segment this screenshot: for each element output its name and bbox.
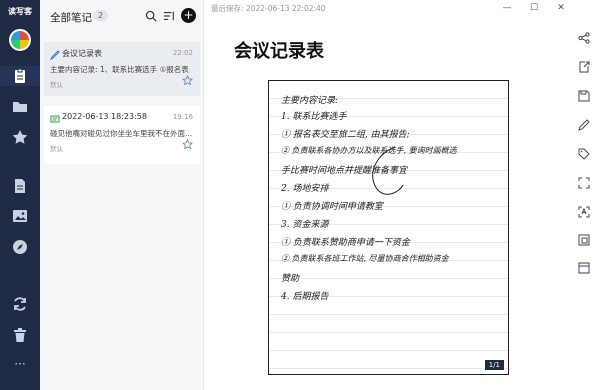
last-saved-status: 最后保存: 2022-06-13 22:02:40 [211,4,326,13]
editor-area: 最后保存: 2022-06-13 22:02:40 — ☐ ✕ 会议记录表 主要… [205,0,569,390]
note-card[interactable]: 会议记录表 22:02 主要内容记录: 1、联系比赛选手 ①报名表 默认 [44,42,200,96]
right-toolbar [569,0,600,390]
handwriting-line: 赞助 [281,274,300,284]
trash-icon[interactable] [11,326,29,344]
handwriting-line: ① 报名表交至旅二组, 由其报告; [281,130,410,140]
list-header: 全部笔记 2 + [40,0,204,32]
compass-icon[interactable] [11,238,29,256]
handwriting-line: 主要内容记录: [281,96,339,106]
note-title: 会议记录表 [62,49,102,58]
search-icon[interactable] [144,9,158,23]
favorite-star-icon[interactable] [182,75,193,86]
image-icon[interactable] [11,207,29,225]
handwriting-page[interactable]: 主要内容记录: 1. 联系比赛选手 ① 报名表交至旅二组, 由其报告; ② 负责… [268,80,509,375]
note-tag: 默认 [50,81,63,89]
layout-icon[interactable] [577,261,591,275]
handwriting-line: ② 负责联系各班工作站, 尽量协商合作相助资金 [281,254,449,263]
list-title: 全部笔记 [50,12,92,24]
favorite-star-icon[interactable] [182,139,193,150]
crop-icon[interactable] [577,233,591,247]
note-list-panel: 全部笔记 2 + 会议记录表 22:02 主要内容记录: 1、联系比赛选手 ①报… [40,0,204,390]
sync-icon[interactable] [11,295,29,313]
pen-scribble-mark [372,146,404,195]
handwriting-line: ① 负责联系赞助商申请一下资金 [281,238,410,248]
pen-icon[interactable] [577,118,591,132]
save-icon[interactable] [577,89,591,103]
note-card[interactable]: 2022-06-13 18:23:58 19:16 碰见他嘴对碰见过你坐坐车里我… [44,106,200,164]
handwriting-icon [50,50,60,60]
add-note-button[interactable]: + [181,8,196,23]
sort-icon[interactable] [162,9,176,23]
handwriting-line: 1. 联系比赛选手 [281,112,347,122]
app-logo: 读写客 [8,7,32,16]
ocr-icon[interactable] [577,205,591,219]
note-count-badge: 2 [93,10,109,21]
left-nav: 读写客 ··· [0,0,40,390]
note-time: 22:02 [172,49,193,57]
handwriting-line: 2. 场地安排 [281,184,329,194]
note-icon [50,114,60,124]
handwriting-line: 3. 资金来源 [281,220,329,230]
notes-icon[interactable] [11,67,29,85]
document-icon[interactable] [11,177,29,195]
minimize-button[interactable]: — [501,2,513,14]
maximize-button[interactable]: ☐ [528,2,540,14]
folder-icon[interactable] [11,97,29,115]
star-icon[interactable] [11,128,29,146]
close-button[interactable]: ✕ [555,2,567,14]
note-snippet: 碰见他嘴对碰见过你坐坐车里我不在外面... [50,129,193,138]
more-icon[interactable]: ··· [11,355,29,373]
handwriting-line: 4. 后期报告 [281,292,329,302]
note-time: 19:16 [172,113,193,121]
note-snippet: 主要内容记录: 1、联系比赛选手 ①报名表 [50,65,189,74]
fullscreen-icon[interactable] [577,176,591,190]
share-icon[interactable] [577,31,591,45]
avatar[interactable] [9,29,31,51]
note-title: 2022-06-13 18:23:58 [62,112,147,121]
page-title: 会议记录表 [234,41,324,62]
tag-icon[interactable] [577,147,591,161]
note-tag: 默认 [50,145,63,153]
export-icon[interactable] [577,60,591,74]
page-indicator: 1/1 [484,360,504,370]
